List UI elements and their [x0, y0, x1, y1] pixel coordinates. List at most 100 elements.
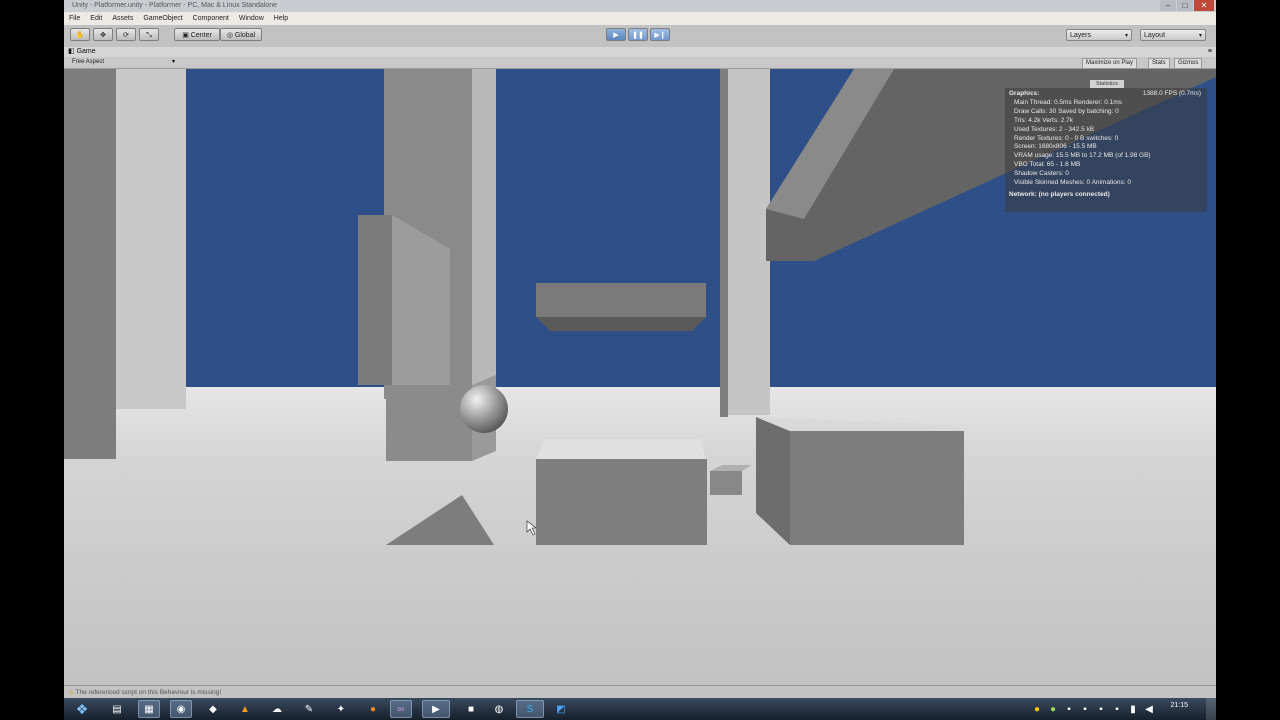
pause-button[interactable]: ❚❚	[628, 28, 648, 41]
taskbar-app-steam[interactable]: ◍	[488, 700, 510, 718]
left-wall	[64, 69, 116, 459]
move-icon: ✥	[100, 32, 106, 39]
menu-window[interactable]: Window	[234, 15, 269, 22]
tab-game[interactable]: ◧ Game	[68, 47, 96, 57]
game-icon: ◧	[68, 48, 75, 55]
tray-icon-6[interactable]: ▪	[1110, 700, 1124, 718]
games-icon: ✦	[336, 703, 346, 715]
aspect-dropdown[interactable]: Free Aspect	[72, 57, 104, 68]
tray-app-icon: ▪	[1099, 703, 1103, 715]
globe-icon: ◎	[226, 32, 233, 39]
taskbar-app-vlc[interactable]: ▲	[234, 700, 256, 718]
status-message-text: The referenced script on this Behaviour …	[75, 689, 222, 696]
stats-line: Screen: 1680x806 - 15.5 MB	[1014, 143, 1097, 151]
volume-tray-icon[interactable]: ◀	[1142, 700, 1156, 718]
network-tray-icon[interactable]: ▮	[1126, 700, 1140, 718]
space-toggle[interactable]: ◎ Global	[220, 28, 262, 41]
tray-app-icon: ▪	[1067, 703, 1071, 715]
browser-icon: ◉	[176, 703, 186, 715]
taskbar-app-pen[interactable]: ✎	[298, 700, 320, 718]
stats-line: VBO Total: 65 - 1.6 MB	[1014, 161, 1081, 169]
minimize-button[interactable]: –	[1160, 0, 1176, 11]
terminal-icon: ■	[467, 703, 475, 715]
step-button[interactable]: ▶❙	[650, 28, 670, 41]
stats-toggle[interactable]: Stats	[1148, 58, 1170, 69]
pen-icon: ✎	[304, 703, 314, 715]
menu-component[interactable]: Component	[188, 15, 234, 22]
firefox-icon: ●	[369, 703, 377, 715]
taskbar-clock[interactable]: 21:15	[1170, 702, 1188, 709]
windows-logo-icon: ❖	[75, 700, 89, 717]
hand-tool-button[interactable]: ✋	[70, 28, 90, 41]
taskbar-app-games[interactable]: ✦	[330, 700, 352, 718]
layers-label: Layers	[1070, 32, 1092, 39]
right-pillar	[726, 69, 770, 415]
menu-help[interactable]: Help	[269, 15, 293, 22]
hand-icon: ✋	[75, 32, 85, 39]
menu-gameobject[interactable]: GameObject	[138, 15, 187, 22]
menu-edit[interactable]: Edit	[85, 15, 107, 22]
center-box	[536, 459, 707, 545]
layout-label: Layout	[1144, 32, 1166, 39]
right-box	[790, 431, 964, 545]
scale-icon: ⤡	[146, 32, 152, 39]
tray-icon-3[interactable]: ▪	[1062, 700, 1076, 718]
status-bar: ⚠ The referenced script on this Behaviou…	[64, 685, 1216, 699]
taskbar-app-browser[interactable]: ◉	[170, 700, 192, 718]
stats-line: Render Textures: 0 - 0 B switches: 0	[1014, 134, 1119, 142]
taskbar-app-cmd[interactable]: ■	[460, 700, 482, 718]
play-button[interactable]: ▶	[606, 28, 626, 41]
play-icon: ▶	[613, 32, 619, 39]
menu-assets[interactable]: Assets	[107, 15, 138, 22]
tray-icon-1[interactable]: ●	[1030, 700, 1044, 718]
steam-icon: ◍	[494, 703, 504, 715]
taskbar-app-recorder[interactable]: ▶	[422, 700, 450, 718]
gizmos-dropdown[interactable]: Gizmos	[1174, 58, 1203, 69]
skype-icon: S	[526, 703, 534, 715]
maximize-button[interactable]: □	[1177, 0, 1193, 11]
network-icon: ▮	[1130, 703, 1136, 715]
close-button[interactable]: ✕	[1194, 0, 1214, 11]
pivot-icon: ▣	[182, 32, 189, 39]
player-ball	[460, 385, 508, 433]
right-pillar-edge	[720, 69, 728, 417]
tray-icon-4[interactable]: ▪	[1078, 700, 1092, 718]
menu-file[interactable]: File	[64, 15, 85, 22]
move-tool-button[interactable]: ✥	[93, 28, 113, 41]
layout-dropdown[interactable]: Layout ▾	[1140, 29, 1206, 41]
taskbar-app-explorer[interactable]: ▤	[106, 700, 128, 718]
window-titlebar: Unity - Platformer.unity - Platformer - …	[64, 0, 1216, 12]
status-message[interactable]: ⚠ The referenced script on this Behaviou…	[68, 687, 221, 698]
warning-icon: ⚠	[68, 689, 74, 696]
taskbar-app-firefox[interactable]: ●	[362, 700, 384, 718]
taskbar-app-blue[interactable]: ◩	[550, 700, 572, 718]
taskbar-app-media[interactable]: ▦	[138, 700, 160, 718]
vlc-icon: ▲	[240, 703, 250, 715]
taskbar-app-chat[interactable]: ☁	[266, 700, 288, 718]
stats-line: Used Textures: 2 - 342.5 kB	[1014, 125, 1095, 133]
taskbar-app-unity[interactable]: ◆	[202, 700, 224, 718]
pause-icon: ❚❚	[632, 32, 644, 39]
menu-bar: File Edit Assets GameObject Component Wi…	[64, 12, 1216, 25]
step-icon: ▶❙	[654, 32, 666, 39]
rotate-tool-button[interactable]: ⟳	[116, 28, 136, 41]
tray-icon-2[interactable]: ●	[1046, 700, 1060, 718]
window-title: Unity - Platformer.unity - Platformer - …	[72, 2, 278, 9]
chevron-down-icon: ▾	[1124, 33, 1128, 39]
taskbar-app-skype[interactable]: S	[516, 700, 544, 718]
show-desktop-button[interactable]	[1206, 698, 1216, 720]
volume-icon: ◀	[1145, 703, 1153, 715]
maximize-on-play-toggle[interactable]: Maximize on Play	[1082, 58, 1138, 69]
layers-dropdown[interactable]: Layers ▾	[1066, 29, 1132, 41]
panel-menu-icon[interactable]: ≡	[1208, 47, 1212, 57]
taskbar-app-visualstudio[interactable]: ∞	[390, 700, 412, 718]
start-button[interactable]: ❖	[68, 700, 96, 718]
scale-tool-button[interactable]: ⤡	[139, 28, 159, 41]
tray-app-icon: ▪	[1083, 703, 1087, 715]
back-cube	[386, 385, 472, 461]
tray-icon-5[interactable]: ▪	[1094, 700, 1108, 718]
chevron-down-icon: ▾	[1198, 33, 1202, 39]
tray-app-icon: ●	[1049, 703, 1057, 715]
main-toolbar: ✋ ✥ ⟳ ⤡ ▣ Center ◎ Global ▶ ❚❚ ▶❙ Layers…	[64, 25, 1216, 48]
pivot-toggle[interactable]: ▣ Center	[174, 28, 220, 41]
